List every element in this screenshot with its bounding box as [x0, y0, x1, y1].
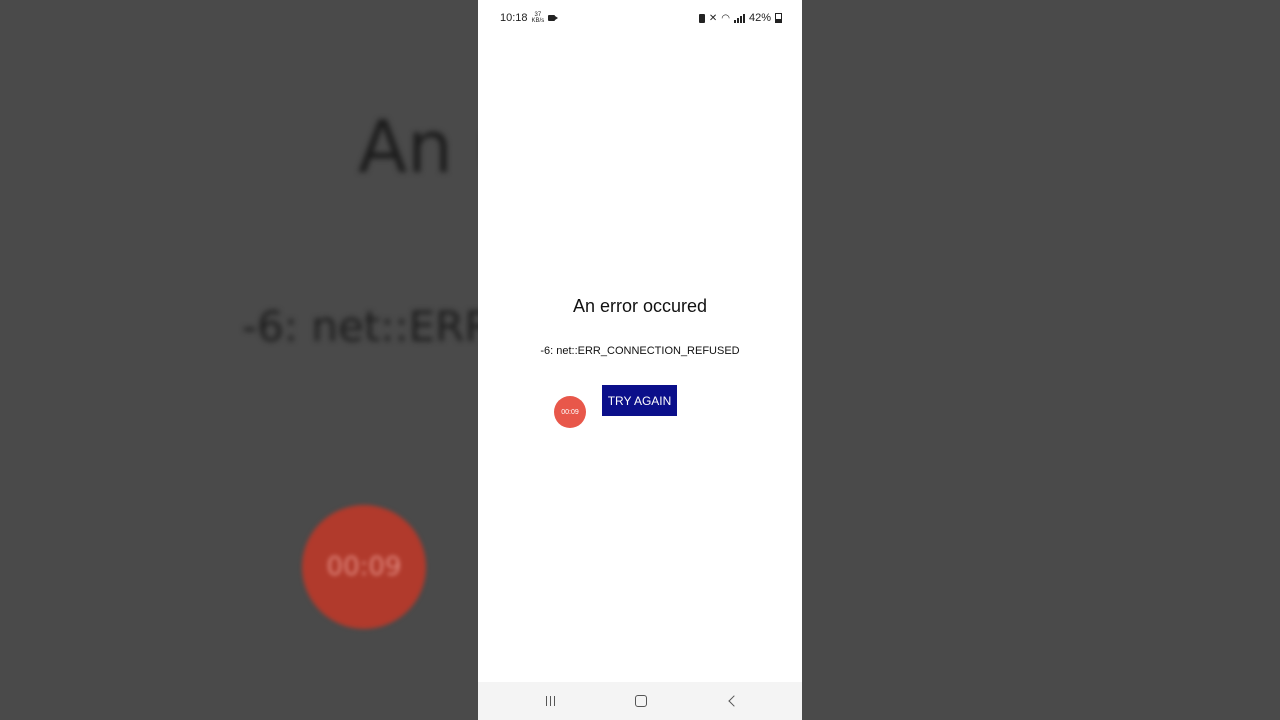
phone-screen: 10:18 37 KB/s ✕ ◠ 42% An error occured -… — [478, 0, 802, 720]
navigation-bar — [478, 682, 802, 720]
recents-button[interactable] — [530, 682, 570, 720]
back-icon — [728, 695, 740, 707]
mute-icon: ✕ — [708, 12, 718, 24]
home-icon — [635, 695, 647, 707]
status-bar: 10:18 37 KB/s ✕ ◠ 42% — [478, 0, 802, 36]
video-camera-icon — [548, 15, 559, 21]
data-speed-unit: KB/s — [531, 18, 545, 24]
sim-card-icon — [698, 13, 705, 23]
page-title: An error occured — [572, 296, 708, 316]
home-button[interactable] — [621, 682, 661, 720]
error-message: -6: net::ERR_CONNECTION_REFUSED — [540, 345, 740, 357]
status-time: 10:18 — [500, 12, 528, 24]
battery-icon — [775, 13, 782, 23]
data-speed-indicator: 37 KB/s — [532, 12, 545, 24]
status-left: 10:18 37 KB/s — [500, 12, 559, 24]
recents-icon — [545, 696, 555, 706]
signal-icon — [733, 13, 745, 23]
background-timer-bubble: 00:09 — [302, 505, 426, 629]
status-right: ✕ ◠ 42% — [698, 12, 782, 24]
wifi-icon: ◠ — [721, 12, 730, 24]
back-button[interactable] — [712, 682, 752, 720]
battery-percent: 42% — [748, 12, 771, 24]
try-again-button[interactable]: TRY AGAIN — [602, 385, 677, 416]
recording-timer-bubble[interactable]: 00:09 — [554, 396, 586, 428]
